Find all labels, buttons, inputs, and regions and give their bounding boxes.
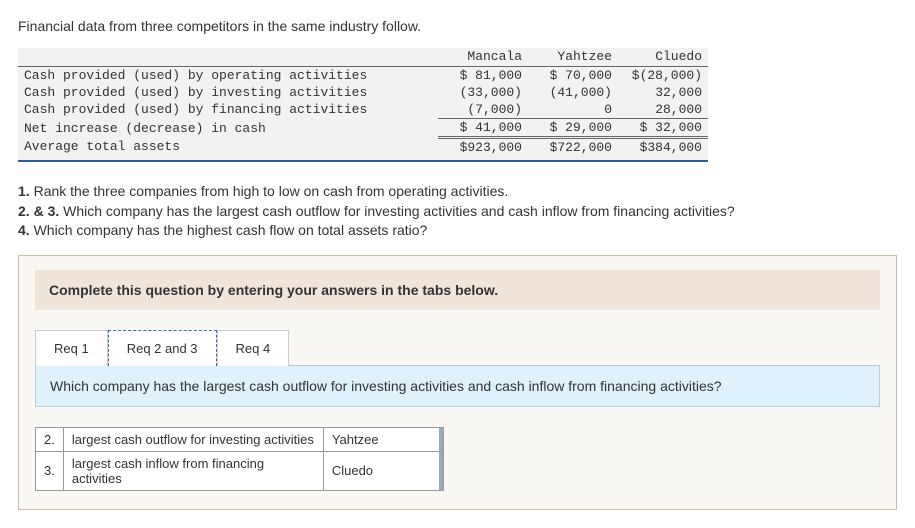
cell-value: $ 70,000 [528, 67, 618, 85]
cell-value: 0 [528, 101, 618, 119]
col-cluedo: Cluedo [618, 48, 708, 67]
cell-value: $ 29,000 [528, 119, 618, 138]
dropdown-handle-icon[interactable] [439, 428, 443, 451]
tab-bar: Req 1 Req 2 and 3 Req 4 [35, 330, 880, 366]
col-mancala: Mancala [438, 48, 528, 67]
row-label: Cash provided (used) by operating activi… [18, 67, 438, 85]
cell-value: (33,000) [438, 84, 528, 101]
answer-label: largest cash inflow from financing activ… [63, 451, 323, 490]
q23-label: 2. & 3. [18, 203, 59, 219]
answer-grid: 2. largest cash outflow for investing ac… [35, 427, 444, 491]
intro-text: Financial data from three competitors in… [18, 18, 897, 34]
instruction-bar: Complete this question by entering your … [35, 270, 880, 310]
answer-value: Yahtzee [332, 432, 379, 447]
q4-text: Which company has the highest cash flow … [34, 222, 428, 238]
table-row: Cash provided (used) by financing activi… [18, 101, 708, 119]
answer-dropdown-2[interactable]: Yahtzee [323, 427, 443, 451]
dropdown-handle-icon[interactable] [439, 452, 443, 490]
cell-value: $(28,000) [618, 67, 708, 85]
q1-label: 1. [18, 183, 30, 199]
answer-row-3: 3. largest cash inflow from financing ac… [36, 451, 444, 490]
table-row: Cash provided (used) by operating activi… [18, 67, 708, 85]
q23-text: Which company has the largest cash outfl… [63, 203, 735, 219]
row-label: Cash provided (used) by investing activi… [18, 84, 438, 101]
answer-num: 3. [36, 451, 64, 490]
cell-value: $ 41,000 [438, 119, 528, 138]
table-row: Average total assets $923,000 $722,000 $… [18, 138, 708, 157]
answer-dropdown-3[interactable]: Cluedo [323, 451, 443, 490]
table-row: Cash provided (used) by investing activi… [18, 84, 708, 101]
answer-row-2: 2. largest cash outflow for investing ac… [36, 427, 444, 451]
cell-value: (7,000) [438, 101, 528, 119]
col-blank [18, 48, 438, 67]
table-separator [18, 156, 708, 161]
tab-req4[interactable]: Req 4 [217, 330, 290, 366]
answer-value: Cluedo [332, 463, 373, 478]
col-yahtzee: Yahtzee [528, 48, 618, 67]
cell-value: $384,000 [618, 138, 708, 157]
cell-value: $ 81,000 [438, 67, 528, 85]
tab-req1[interactable]: Req 1 [35, 330, 108, 366]
answer-num: 2. [36, 427, 64, 451]
active-tab-prompt: Which company has the largest cash outfl… [35, 365, 880, 407]
questions-block: 1. Rank the three companies from high to… [18, 182, 897, 241]
table-row-total: Net increase (decrease) in cash $ 41,000… [18, 119, 708, 138]
row-label: Cash provided (used) by financing activi… [18, 101, 438, 119]
row-label: Net increase (decrease) in cash [18, 119, 438, 138]
cell-value: $ 32,000 [618, 119, 708, 138]
cell-value: 32,000 [618, 84, 708, 101]
cell-value: $923,000 [438, 138, 528, 157]
row-label: Average total assets [18, 138, 438, 157]
cell-value: $722,000 [528, 138, 618, 157]
cell-value: (41,000) [528, 84, 618, 101]
q1-text: Rank the three companies from high to lo… [34, 183, 509, 199]
answer-label: largest cash outflow for investing activ… [63, 427, 323, 451]
financial-data-table: Mancala Yahtzee Cluedo Cash provided (us… [18, 48, 708, 162]
q4-label: 4. [18, 222, 30, 238]
cell-value: 28,000 [618, 101, 708, 119]
tab-req2and3[interactable]: Req 2 and 3 [108, 330, 217, 366]
answer-panel: Complete this question by entering your … [18, 255, 897, 510]
